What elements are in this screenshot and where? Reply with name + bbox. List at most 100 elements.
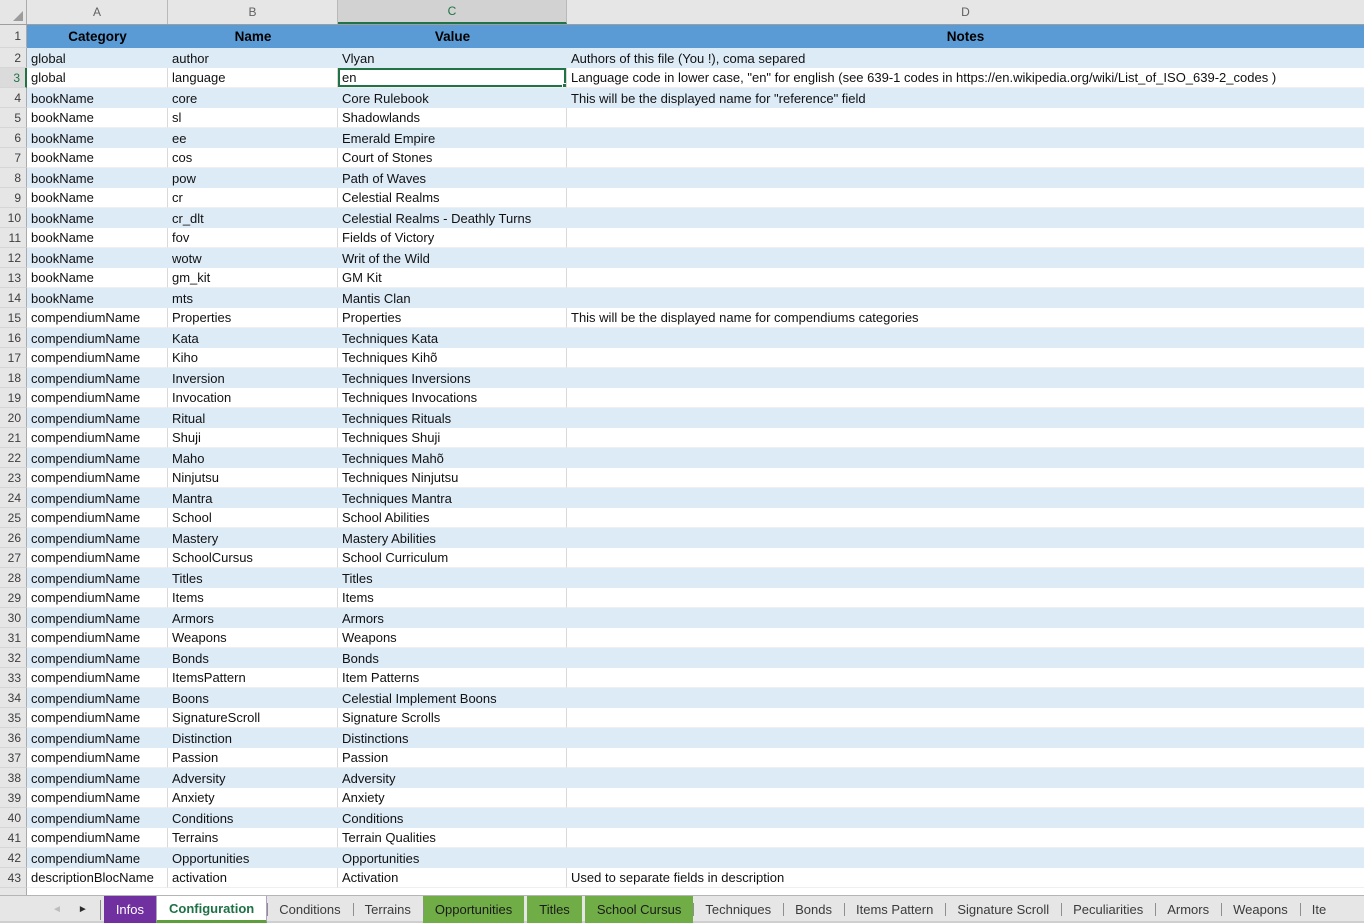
cell-notes[interactable]: [567, 228, 1364, 248]
cell-category[interactable]: compendiumName: [27, 708, 168, 728]
cell-category[interactable]: bookName: [27, 248, 168, 268]
cell-value[interactable]: Items: [338, 588, 567, 608]
row-number[interactable]: 36: [0, 728, 27, 748]
cell-name[interactable]: Ritual: [168, 408, 338, 428]
cell-category[interactable]: bookName: [27, 108, 168, 128]
cell-category[interactable]: compendiumName: [27, 448, 168, 468]
row-number[interactable]: 24: [0, 488, 27, 508]
cell-category[interactable]: compendiumName: [27, 568, 168, 588]
cell-category[interactable]: bookName: [27, 168, 168, 188]
cell-name[interactable]: cr_dlt: [168, 208, 338, 228]
cell-name[interactable]: Opportunities: [168, 848, 338, 868]
sheet-tab-infos[interactable]: Infos: [104, 896, 156, 923]
cell-notes[interactable]: [567, 508, 1364, 528]
cell-category[interactable]: compendiumName: [27, 368, 168, 388]
cell-notes[interactable]: [567, 808, 1364, 828]
sheet-tab-titles[interactable]: Titles: [527, 896, 582, 923]
cell-category[interactable]: compendiumName: [27, 468, 168, 488]
cell-notes[interactable]: [567, 828, 1364, 848]
cell-value[interactable]: Titles: [338, 568, 567, 588]
cell-value[interactable]: Techniques Mahõ: [338, 448, 567, 468]
cell-value[interactable]: Techniques Kata: [338, 328, 567, 348]
cell-value[interactable]: Writ of the Wild: [338, 248, 567, 268]
tabs-scroll-left-icon[interactable]: ◄: [52, 905, 62, 915]
cell-name[interactable]: sl: [168, 108, 338, 128]
cell-notes[interactable]: This will be the displayed name for comp…: [567, 308, 1364, 328]
row-number[interactable]: 31: [0, 628, 27, 648]
cell-category[interactable]: bookName: [27, 228, 168, 248]
row-number[interactable]: 23: [0, 468, 27, 488]
select-all-button[interactable]: [0, 0, 27, 24]
cell-notes[interactable]: Authors of this file (You !), coma separ…: [567, 48, 1364, 68]
row-number[interactable]: 26: [0, 528, 27, 548]
cell-name[interactable]: Titles: [168, 568, 338, 588]
cell-value[interactable]: Bonds: [338, 648, 567, 668]
cell-category[interactable]: compendiumName: [27, 808, 168, 828]
row-number[interactable]: 20: [0, 408, 27, 428]
row-number[interactable]: 5: [0, 108, 27, 128]
cell-value[interactable]: Activation: [338, 868, 567, 888]
sheet-tab-bonds[interactable]: Bonds: [783, 896, 844, 923]
cell-name[interactable]: cr: [168, 188, 338, 208]
column-header-a[interactable]: A: [27, 0, 168, 24]
cell-name[interactable]: core: [168, 88, 338, 108]
cell-category[interactable]: bookName: [27, 288, 168, 308]
sheet-tab-armors[interactable]: Armors: [1155, 896, 1221, 923]
cell-category[interactable]: bookName: [27, 148, 168, 168]
cell-notes[interactable]: [567, 608, 1364, 628]
cell-name[interactable]: Maho: [168, 448, 338, 468]
cell-name[interactable]: activation: [168, 868, 338, 888]
cell-value[interactable]: Shadowlands: [338, 108, 567, 128]
row-number[interactable]: 21: [0, 428, 27, 448]
sheet-tab-opportunities[interactable]: Opportunities: [423, 896, 524, 923]
cell-value[interactable]: Celestial Realms - Deathly Turns: [338, 208, 567, 228]
cell-category[interactable]: compendiumName: [27, 728, 168, 748]
row-number[interactable]: 39: [0, 788, 27, 808]
cell-category[interactable]: descriptionBlocName: [27, 868, 168, 888]
cell-name[interactable]: Invocation: [168, 388, 338, 408]
cell-value[interactable]: Armors: [338, 608, 567, 628]
cell-notes[interactable]: [567, 188, 1364, 208]
cell-notes[interactable]: [567, 568, 1364, 588]
cell-name[interactable]: Properties: [168, 308, 338, 328]
cell-category[interactable]: compendiumName: [27, 308, 168, 328]
cell-category[interactable]: compendiumName: [27, 348, 168, 368]
row-number[interactable]: 41: [0, 828, 27, 848]
sheet-tab-terrains[interactable]: Terrains: [353, 896, 423, 923]
row-number[interactable]: 27: [0, 548, 27, 568]
cell-name[interactable]: wotw: [168, 248, 338, 268]
row-number[interactable]: 3: [0, 68, 27, 88]
cell-notes[interactable]: [567, 328, 1364, 348]
sheet-tab-weapons[interactable]: Weapons: [1221, 896, 1300, 923]
cell-notes[interactable]: [567, 688, 1364, 708]
cell-name[interactable]: Anxiety: [168, 788, 338, 808]
cell-name[interactable]: Bonds: [168, 648, 338, 668]
cell-notes[interactable]: [567, 588, 1364, 608]
cell-value[interactable]: Core Rulebook: [338, 88, 567, 108]
header-cell-notes[interactable]: Notes: [567, 25, 1364, 48]
cell-value[interactable]: Mastery Abilities: [338, 528, 567, 548]
sheet-tab-configuration[interactable]: Configuration: [156, 896, 267, 923]
row-number[interactable]: 34: [0, 688, 27, 708]
cell-name[interactable]: Armors: [168, 608, 338, 628]
cell-name[interactable]: Kata: [168, 328, 338, 348]
row-number[interactable]: 30: [0, 608, 27, 628]
row-number[interactable]: 11: [0, 228, 27, 248]
cell-name[interactable]: SchoolCursus: [168, 548, 338, 568]
row-number[interactable]: 9: [0, 188, 27, 208]
cell-name[interactable]: fov: [168, 228, 338, 248]
cell-notes[interactable]: [567, 728, 1364, 748]
cell-category[interactable]: bookName: [27, 128, 168, 148]
header-cell-name[interactable]: Name: [168, 25, 338, 48]
row-number[interactable]: 42: [0, 848, 27, 868]
row-number[interactable]: 17: [0, 348, 27, 368]
cell-name[interactable]: Boons: [168, 688, 338, 708]
row-number[interactable]: 12: [0, 248, 27, 268]
row-number[interactable]: 33: [0, 668, 27, 688]
cell-value[interactable]: Signature Scrolls: [338, 708, 567, 728]
cell-category[interactable]: compendiumName: [27, 548, 168, 568]
cell-notes[interactable]: [567, 748, 1364, 768]
cell-name[interactable]: cos: [168, 148, 338, 168]
cell-value[interactable]: Opportunities: [338, 848, 567, 868]
cell-category[interactable]: compendiumName: [27, 608, 168, 628]
